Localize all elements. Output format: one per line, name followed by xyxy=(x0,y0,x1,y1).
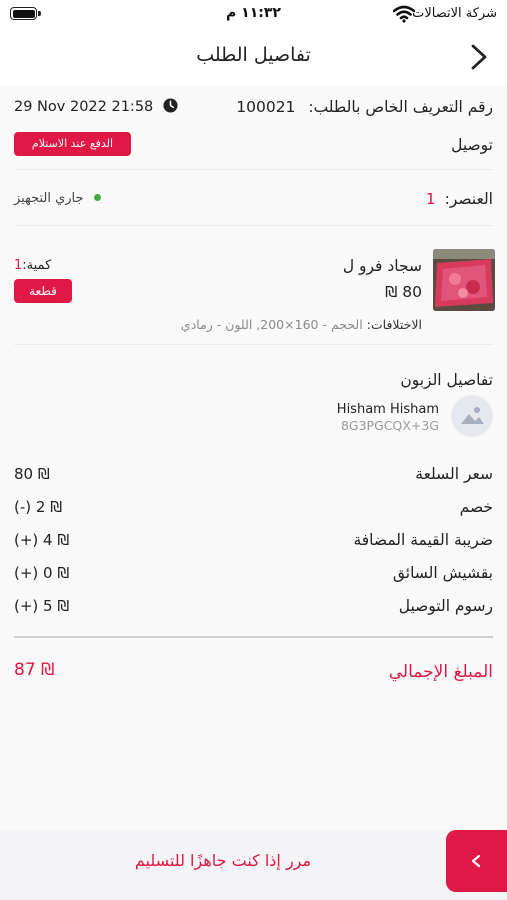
total-label: المبلغ الإجمالي xyxy=(388,662,493,682)
customer-name: Hisham Hisham xyxy=(336,402,439,417)
summary-row-vat: ضريبة القيمة المضافة (+) 4 ₪ xyxy=(14,525,493,558)
total-divider xyxy=(14,636,493,638)
swipe-handle-button[interactable] xyxy=(446,830,507,892)
summary-row-delivery-fee: رسوم التوصيل (+) 5 ₪ xyxy=(14,591,493,624)
summary-value: (-) 2 ₪ xyxy=(14,498,62,516)
summary-row-item-price: سعر السلعة 80 ₪ xyxy=(14,459,493,492)
chevron-left-icon xyxy=(471,854,481,868)
total-value: 87 ₪ xyxy=(14,660,55,680)
order-id-value: 100021 xyxy=(236,98,296,116)
order-id-label: رقم التعريف الخاص بالطلب: xyxy=(308,98,493,116)
item-count: 1 xyxy=(425,190,436,208)
summary-value: (+) 5 ₪ xyxy=(14,597,70,615)
quantity-label: كمية: xyxy=(22,258,52,273)
payment-method-badge: الدفع عند الاستلام xyxy=(14,132,131,156)
summary-label: خصم xyxy=(459,498,493,516)
page-title: تفاصيل الطلب xyxy=(196,44,311,66)
divider xyxy=(14,169,493,170)
price-summary: سعر السلعة 80 ₪ خصم (-) 2 ₪ ضريبة القيمة… xyxy=(14,459,493,624)
summary-value: (+) 4 ₪ xyxy=(14,531,70,549)
product-variations: الاختلافات: الحجم - 160×200, اللون - رما… xyxy=(181,317,422,332)
order-details-content: رقم التعريف الخاص بالطلب: 100021 29 Nov … xyxy=(0,85,507,830)
battery-icon xyxy=(10,7,41,20)
summary-row-driver-tip: بقشيش السائق (+) 0 ₪ xyxy=(14,558,493,591)
order-datetime: 29 Nov 2022 21:58 xyxy=(14,99,154,115)
product-price: 80 ₪ xyxy=(385,283,422,301)
swipe-to-deliver-bar[interactable]: مرر إذا كنت جاهزًا للتسليم xyxy=(0,830,507,900)
product-image xyxy=(433,249,495,311)
summary-label: رسوم التوصيل xyxy=(398,597,493,615)
product-name: سجاد فرو ل xyxy=(342,257,422,275)
item-label: العنصر: xyxy=(444,190,493,208)
summary-label: بقشيش السائق xyxy=(392,564,493,582)
back-chevron-icon[interactable] xyxy=(467,42,493,72)
delivery-type: توصيل xyxy=(451,136,493,154)
summary-label: سعر السلعة xyxy=(415,465,493,483)
customer-code: 8G3PGCQX+3G xyxy=(340,418,439,433)
customer-avatar xyxy=(451,395,493,437)
order-datetime-row: 29 Nov 2022 21:58 xyxy=(14,98,178,115)
status-time: ١١:٣٢ م xyxy=(226,5,281,21)
order-status-text: جاري التجهيز xyxy=(14,191,84,206)
image-placeholder-icon xyxy=(461,407,484,424)
variations-label: الاختلافات: xyxy=(366,317,422,332)
clock-icon xyxy=(163,98,178,113)
swipe-instruction: مرر إذا كنت جاهزًا للتسليم xyxy=(134,851,312,870)
summary-label: ضريبة القيمة المضافة xyxy=(353,531,493,549)
order-status: جاري التجهيز xyxy=(14,191,101,206)
customer-section-title: تفاصيل الزبون xyxy=(400,371,493,389)
divider xyxy=(14,344,493,345)
nav-bar: تفاصيل الطلب xyxy=(0,30,507,85)
unit-badge: قطعة xyxy=(14,279,72,303)
status-dot-icon xyxy=(93,194,101,201)
item-count-row: العنصر: 1 xyxy=(426,190,493,208)
product-quantity: كمية:1 xyxy=(14,258,51,273)
divider xyxy=(14,225,493,226)
status-bar: شركة الاتصالات ١١:٣٢ م xyxy=(0,0,507,30)
summary-value: (+) 0 ₪ xyxy=(14,564,70,582)
variations-value: الحجم - 160×200, اللون - رمادي xyxy=(180,317,363,332)
order-id-row: رقم التعريف الخاص بالطلب: 100021 xyxy=(236,98,493,116)
summary-row-discount: خصم (-) 2 ₪ xyxy=(14,492,493,525)
summary-value: 80 ₪ xyxy=(14,465,50,483)
